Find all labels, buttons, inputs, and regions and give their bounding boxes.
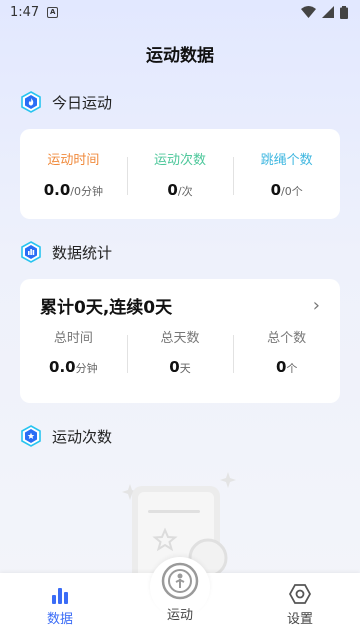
page-title: 运动数据	[146, 46, 214, 66]
stat-label: 总时间	[53, 331, 93, 346]
cumulative-stats-card[interactable]: 累计0天,连续0天 › 总时间 0.0分钟 总天数 0天 总个数 0个	[20, 279, 340, 403]
stat-exercise-count: 运动次数 0/次	[126, 149, 234, 199]
bar-chart-hex-icon	[21, 241, 41, 263]
section-count-title: 运动次数	[52, 427, 113, 446]
stat-value: 0	[270, 181, 282, 199]
stat-unit: /0分钟	[70, 185, 103, 198]
stat-value: 0	[275, 358, 287, 376]
bar-chart-icon	[52, 588, 68, 604]
stat-value: 0	[169, 358, 180, 376]
stat-label: 运动次数	[154, 153, 207, 168]
tab-label: 设置	[286, 612, 313, 627]
stat-unit: 个	[286, 362, 298, 375]
stat-label: 跳绳个数	[260, 153, 313, 168]
stat-value: 0.0	[49, 358, 76, 376]
tab-data[interactable]: 数据	[0, 586, 120, 639]
stat-label: 总个数	[267, 331, 307, 346]
stat-label: 运动时间	[47, 153, 100, 168]
signal-icon	[322, 6, 334, 18]
star-hex-icon	[21, 425, 41, 447]
wifi-icon	[301, 6, 316, 18]
section-stats-title: 数据统计	[52, 243, 113, 262]
stat-value: 0	[167, 181, 178, 199]
settings-icon	[289, 584, 311, 604]
stat-unit: /次	[177, 185, 193, 198]
section-count-header: 运动次数	[0, 425, 360, 447]
status-time: 1:47	[10, 4, 40, 20]
stat-value: 0.0	[43, 181, 71, 199]
stat-rope-count: 跳绳个数 0/0个	[233, 149, 340, 199]
tab-label: 运动	[166, 608, 193, 623]
stat-total-count: 总个数 0个	[233, 327, 340, 376]
chevron-right-icon[interactable]: ›	[313, 295, 320, 316]
tab-exercise[interactable]: 运动	[120, 557, 240, 639]
section-today-header: 今日运动	[0, 91, 360, 113]
section-stats-header: 数据统计	[0, 241, 360, 263]
tab-settings[interactable]: 设置	[240, 584, 360, 639]
flame-hex-icon	[21, 91, 41, 113]
stat-unit: /0个	[281, 185, 303, 198]
stat-unit: 天	[179, 362, 191, 375]
tab-label: 数据	[46, 612, 73, 627]
battery-icon	[340, 5, 348, 19]
cumulative-summary: 累计0天,连续0天	[40, 297, 173, 318]
rope-icon	[161, 562, 199, 600]
today-stats-card: 运动时间 0.0/0分钟 运动次数 0/次 跳绳个数 0/0个	[20, 129, 340, 219]
stat-unit: 分钟	[75, 362, 98, 375]
notification-a-icon: A	[47, 6, 59, 18]
stat-label: 总天数	[160, 331, 200, 346]
stat-total-time: 总时间 0.0分钟	[20, 327, 127, 376]
bottom-tab-bar: 数据 运动 设置	[0, 557, 360, 639]
status-bar: 1:47 A	[0, 0, 360, 24]
stat-total-days: 总天数 0天	[126, 327, 234, 376]
section-today-title: 今日运动	[52, 93, 113, 112]
stat-exercise-time: 运动时间 0.0/0分钟	[20, 149, 127, 199]
